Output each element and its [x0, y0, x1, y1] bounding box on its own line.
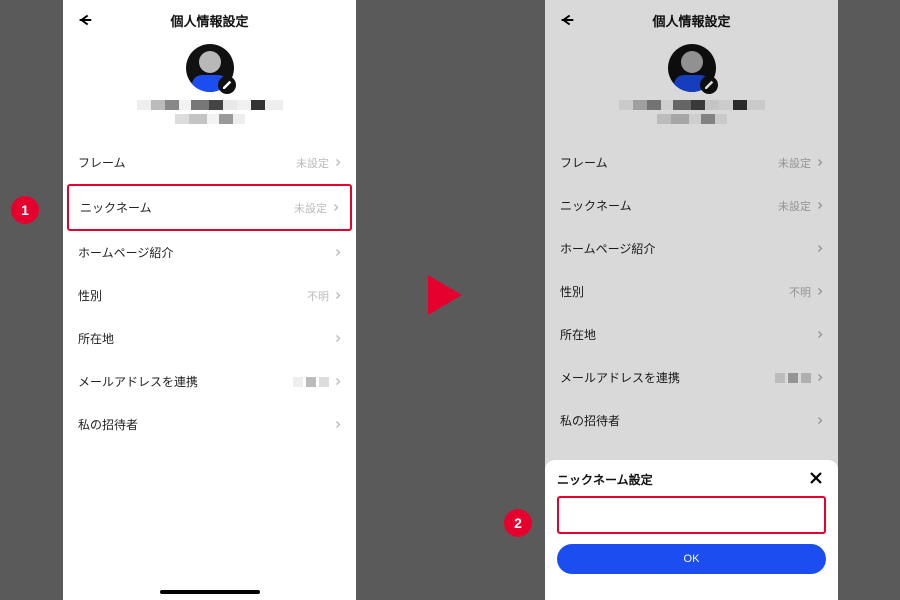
- list-item-nickname[interactable]: ニックネーム 未設定: [545, 184, 838, 227]
- step-badge-1: 1: [11, 196, 39, 224]
- phone-screen-left: 個人情報設定 フレーム 未設定 ニックネーム 未設定: [63, 0, 356, 600]
- list-item-nickname[interactable]: ニックネーム 未設定: [67, 184, 352, 231]
- list-item-gender[interactable]: 性別 不明: [545, 270, 838, 313]
- close-button[interactable]: [808, 470, 826, 488]
- list-item-inviter[interactable]: 私の招待者: [63, 403, 356, 446]
- phone-screen-right: 個人情報設定 フレーム 未設定 ニックネーム 未設定: [545, 0, 838, 600]
- item-label: 性別: [560, 283, 584, 300]
- ok-button[interactable]: OK: [557, 544, 826, 574]
- list-item-frame[interactable]: フレーム 未設定: [63, 141, 356, 184]
- item-value: 未設定: [778, 198, 811, 214]
- chevron-right-icon: [335, 377, 341, 387]
- page-title: 個人情報設定: [63, 11, 356, 30]
- chevron-right-icon: [333, 203, 339, 213]
- item-label: 所在地: [560, 326, 596, 343]
- list-item-email[interactable]: メールアドレスを連携: [545, 356, 838, 399]
- list-item-homepage[interactable]: ホームページ紹介: [63, 231, 356, 274]
- item-label: 私の招待者: [78, 416, 138, 433]
- list-item-location[interactable]: 所在地: [63, 317, 356, 360]
- item-label: メールアドレスを連携: [78, 373, 198, 390]
- item-value: 不明: [307, 288, 329, 304]
- chevron-right-icon: [335, 158, 341, 168]
- item-label: 性別: [78, 287, 102, 304]
- chevron-right-icon: [817, 287, 823, 297]
- chevron-right-icon: [817, 244, 823, 254]
- item-label: 所在地: [78, 330, 114, 347]
- back-button[interactable]: [557, 10, 577, 30]
- item-label: メールアドレスを連携: [560, 369, 680, 386]
- chevron-right-icon: [335, 291, 341, 301]
- item-label: ホームページ紹介: [560, 240, 655, 257]
- header: 個人情報設定: [63, 0, 356, 40]
- list-item-gender[interactable]: 性別 不明: [63, 274, 356, 317]
- item-label: フレーム: [560, 154, 608, 171]
- nickname-input[interactable]: [557, 496, 826, 534]
- item-label: 私の招待者: [560, 412, 620, 429]
- header: 個人情報設定: [545, 0, 838, 40]
- home-indicator: [160, 590, 260, 594]
- settings-list: フレーム 未設定 ニックネーム 未設定 ホームページ紹介 性別 不明 所在地 メ…: [63, 141, 356, 446]
- censored-value: [293, 377, 329, 387]
- chevron-right-icon: [817, 330, 823, 340]
- nickname-dialog: ニックネーム設定 OK: [545, 460, 838, 600]
- item-value: 未設定: [778, 155, 811, 171]
- arrow-right-icon: [428, 275, 462, 315]
- list-item-email[interactable]: メールアドレスを連携: [63, 360, 356, 403]
- page-title: 個人情報設定: [545, 11, 838, 30]
- chevron-right-icon: [817, 201, 823, 211]
- item-value: 未設定: [296, 155, 329, 171]
- censored-text: [619, 100, 765, 124]
- chevron-right-icon: [817, 416, 823, 426]
- back-button[interactable]: [75, 10, 95, 30]
- edit-avatar-icon[interactable]: [700, 76, 718, 94]
- avatar-area: [545, 40, 838, 135]
- chevron-right-icon: [335, 334, 341, 344]
- item-label: ニックネーム: [560, 197, 632, 214]
- item-label: ホームページ紹介: [78, 244, 173, 261]
- list-item-homepage[interactable]: ホームページ紹介: [545, 227, 838, 270]
- chevron-right-icon: [817, 158, 823, 168]
- item-value: 不明: [789, 284, 811, 300]
- step-badge-2: 2: [504, 509, 532, 537]
- chevron-right-icon: [335, 420, 341, 430]
- list-item-frame[interactable]: フレーム 未設定: [545, 141, 838, 184]
- item-value: 未設定: [294, 200, 327, 216]
- chevron-right-icon: [335, 248, 341, 258]
- settings-list: フレーム 未設定 ニックネーム 未設定 ホームページ紹介 性別 不明 所在地 メ…: [545, 141, 838, 442]
- censored-value: [775, 373, 811, 383]
- list-item-location[interactable]: 所在地: [545, 313, 838, 356]
- avatar-area: [63, 40, 356, 135]
- edit-avatar-icon[interactable]: [218, 76, 236, 94]
- item-label: ニックネーム: [80, 199, 152, 216]
- list-item-inviter[interactable]: 私の招待者: [545, 399, 838, 442]
- chevron-right-icon: [817, 373, 823, 383]
- item-label: フレーム: [78, 154, 126, 171]
- censored-text: [137, 100, 283, 124]
- dialog-title: ニックネーム設定: [557, 471, 653, 488]
